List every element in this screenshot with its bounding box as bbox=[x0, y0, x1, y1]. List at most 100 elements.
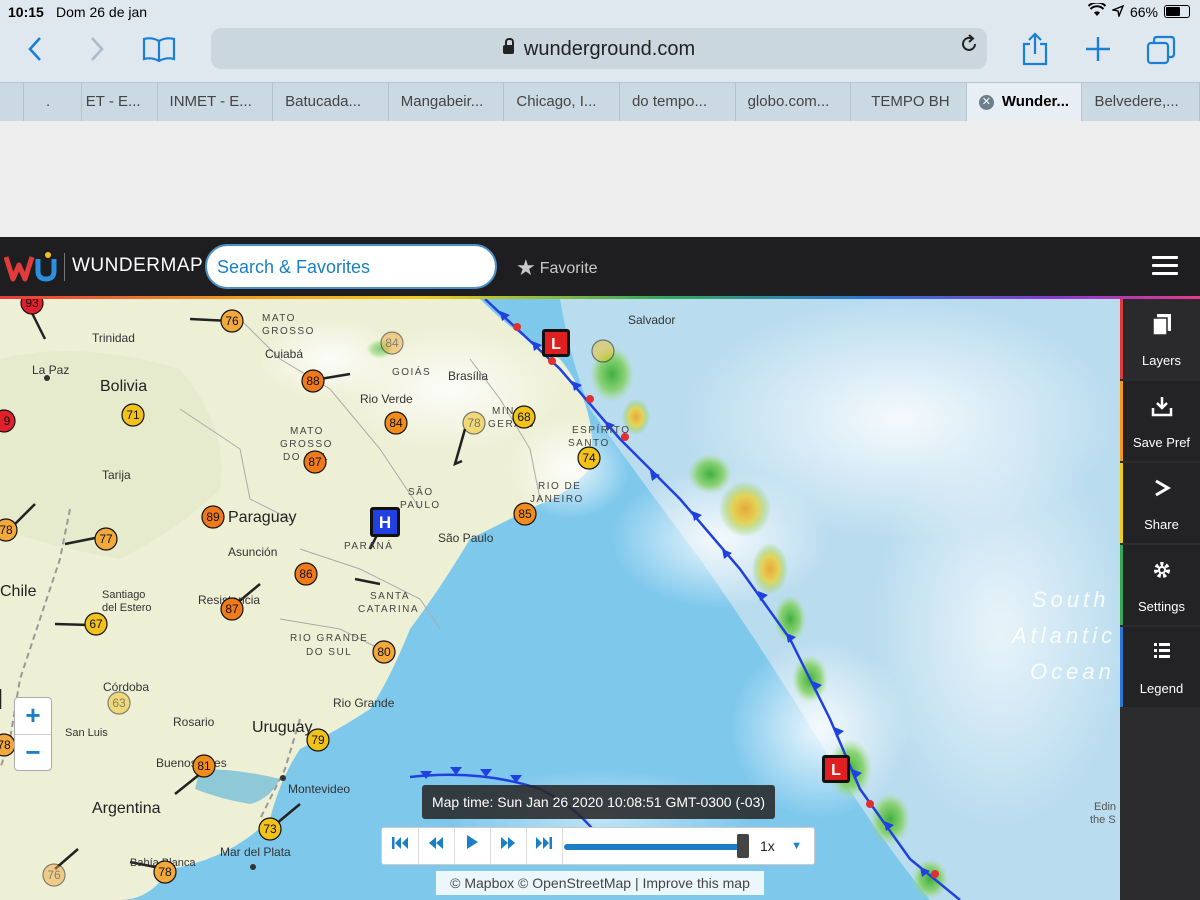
new-tab-button[interactable] bbox=[1084, 35, 1112, 69]
svg-text:63: 63 bbox=[112, 696, 126, 710]
label-ocean-1: South bbox=[1032, 587, 1110, 612]
zoom-in-button[interactable]: + bbox=[15, 698, 51, 735]
label-es-1: ESPÍRITO bbox=[572, 423, 631, 436]
svg-text:78: 78 bbox=[0, 523, 13, 537]
low-pressure-1[interactable]: L bbox=[542, 329, 570, 357]
location-arrow-icon bbox=[1110, 4, 1125, 20]
station-marker[interactable]: 89 bbox=[201, 505, 225, 529]
svg-text:85: 85 bbox=[518, 507, 532, 521]
layers-icon bbox=[1123, 313, 1200, 343]
label-santiago-del-estero-2: del Estero bbox=[102, 602, 152, 614]
tab-label: Wunder... bbox=[1001, 93, 1070, 110]
skip-to-start-button[interactable] bbox=[382, 828, 419, 864]
timeline-thumb[interactable] bbox=[737, 834, 749, 858]
tabs-overview-button[interactable] bbox=[1146, 35, 1176, 71]
book-icon bbox=[142, 37, 176, 63]
station-marker[interactable]: 78 bbox=[0, 518, 18, 542]
search-input[interactable]: Search & Favorites bbox=[205, 244, 497, 289]
svg-text:84: 84 bbox=[389, 416, 403, 430]
station-marker[interactable]: 86 bbox=[294, 562, 318, 586]
skip-to-end-button[interactable] bbox=[526, 828, 563, 864]
station-marker[interactable]: 87 bbox=[303, 450, 327, 474]
tab-7[interactable]: do tempo... bbox=[620, 83, 736, 121]
station-marker[interactable]: 76 bbox=[42, 863, 66, 887]
browser-toolbar: wunderground.com bbox=[0, 24, 1200, 82]
label-trinidad: Trinidad bbox=[92, 331, 135, 345]
tab-5[interactable]: Mangabeir... bbox=[389, 83, 505, 121]
tab-0[interactable] bbox=[0, 83, 24, 121]
close-tab-icon[interactable]: ✕ bbox=[978, 94, 994, 110]
lock-icon bbox=[502, 38, 514, 54]
station-marker[interactable]: 87 bbox=[220, 597, 244, 621]
bookmarks-button[interactable] bbox=[142, 36, 176, 68]
station-marker[interactable]: 67 bbox=[84, 612, 108, 636]
timeline-track[interactable] bbox=[564, 844, 744, 850]
map-attribution[interactable]: © Mapbox © OpenStreetMap | Improve this … bbox=[436, 871, 764, 895]
station-marker[interactable]: 76 bbox=[220, 309, 244, 333]
tab-11[interactable]: Belvedere,... bbox=[1082, 83, 1200, 121]
brand-title: WUNDERMAP bbox=[72, 255, 204, 276]
legend-button[interactable]: Legend bbox=[1120, 627, 1200, 707]
fast-forward-button[interactable] bbox=[490, 828, 527, 864]
tabs-icon bbox=[1146, 35, 1176, 65]
status-bar: 10:15 Dom 26 de jan 66% bbox=[0, 0, 1200, 24]
label-sao-paulo: São Paulo bbox=[438, 531, 494, 545]
reload-icon[interactable] bbox=[959, 34, 979, 60]
list-icon bbox=[1123, 641, 1200, 667]
speed-select[interactable]: 1x ▼ bbox=[752, 828, 812, 864]
station-marker[interactable]: 80 bbox=[372, 640, 396, 664]
tab-8[interactable]: globo.com... bbox=[736, 83, 852, 121]
tab-1[interactable]: . bbox=[24, 83, 82, 121]
tab-2[interactable]: ET - E... bbox=[82, 83, 158, 121]
station-marker[interactable]: 68 bbox=[512, 405, 536, 429]
share-button[interactable]: Share bbox=[1120, 463, 1200, 543]
layers-button[interactable]: Layers bbox=[1120, 299, 1200, 379]
svg-text:76: 76 bbox=[47, 868, 61, 882]
station-marker[interactable]: 84 bbox=[380, 331, 404, 355]
back-button[interactable] bbox=[26, 36, 44, 68]
url-bar[interactable]: wunderground.com bbox=[211, 28, 987, 69]
tab-3[interactable]: INMET - E... bbox=[158, 83, 274, 121]
station-marker[interactable]: 71 bbox=[121, 403, 145, 427]
svg-text:77: 77 bbox=[99, 532, 113, 546]
label-ms-1: MATO bbox=[290, 426, 324, 437]
svg-text:78: 78 bbox=[467, 416, 481, 430]
station-marker[interactable]: 81 bbox=[192, 754, 216, 778]
label-rs-1: RIO GRANDE bbox=[290, 633, 368, 644]
station-marker[interactable]: 77 bbox=[94, 527, 118, 551]
battery-icon bbox=[1164, 5, 1190, 18]
share-label: Share bbox=[1144, 517, 1179, 532]
station-marker[interactable]: 78 bbox=[153, 860, 177, 884]
rewind-button[interactable] bbox=[418, 828, 455, 864]
station-marker[interactable]: 78 bbox=[462, 411, 486, 435]
forward-button[interactable] bbox=[88, 36, 106, 68]
tab-10-active[interactable]: ✕ Wunder... bbox=[966, 83, 1083, 121]
tab-9[interactable]: TEMPO BH bbox=[851, 83, 967, 121]
station-marker[interactable]: 74 bbox=[577, 446, 601, 470]
share-icon bbox=[1022, 32, 1048, 66]
low-pressure-2[interactable]: L bbox=[822, 755, 850, 783]
high-pressure[interactable]: H bbox=[370, 507, 400, 537]
share-sheet-button[interactable] bbox=[1022, 32, 1048, 72]
favorite-button[interactable]: ★ Favorite bbox=[516, 255, 598, 281]
play-button[interactable] bbox=[454, 828, 491, 864]
station-marker[interactable]: 88 bbox=[301, 369, 325, 393]
station-marker[interactable]: 63 bbox=[107, 691, 131, 715]
tab-label: ET - E... bbox=[85, 93, 141, 110]
station-marker[interactable]: 79 bbox=[306, 728, 330, 752]
status-right: 66% bbox=[1087, 1, 1190, 20]
zoom-out-button[interactable]: − bbox=[15, 735, 51, 771]
station-marker[interactable]: 84 bbox=[384, 411, 408, 435]
save-pref-button[interactable]: Save Pref bbox=[1120, 381, 1200, 461]
tab-label: INMET - E... bbox=[169, 93, 252, 110]
svg-text:73: 73 bbox=[263, 822, 277, 836]
station-marker[interactable]: 73 bbox=[258, 817, 282, 841]
tab-6[interactable]: Chicago, I... bbox=[504, 83, 620, 121]
menu-icon[interactable] bbox=[1152, 256, 1178, 276]
label-parana: PARANÁ bbox=[344, 539, 393, 552]
tab-4[interactable]: Batucada... bbox=[273, 83, 389, 121]
svg-text:87: 87 bbox=[225, 602, 239, 616]
station-marker[interactable]: 85 bbox=[513, 502, 537, 526]
station-marker[interactable] bbox=[591, 339, 615, 363]
settings-button[interactable]: Settings bbox=[1120, 545, 1200, 625]
